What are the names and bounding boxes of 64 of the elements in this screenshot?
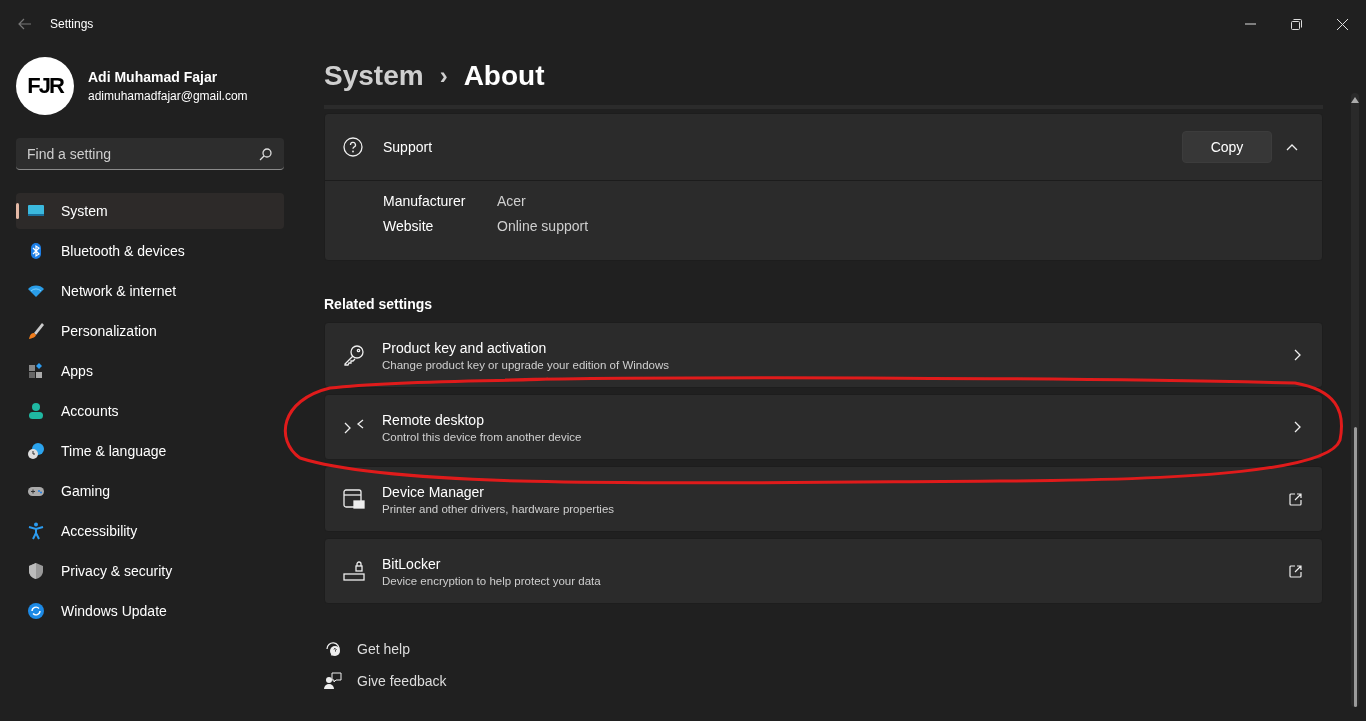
feedback-icon — [324, 672, 342, 690]
info-label: Website — [383, 218, 435, 234]
apps-icon — [27, 362, 45, 380]
nav-item[interactable]: Time & language — [16, 433, 284, 469]
chevron-right-icon — [1294, 349, 1302, 361]
settings-card[interactable]: Product key and activation Change product key or upgrade your edition of Windows — [324, 322, 1323, 388]
help-link[interactable]: Give feedback — [357, 673, 447, 689]
avatar: FJR — [16, 57, 74, 115]
search-icon — [259, 148, 272, 161]
nav-item[interactable]: Accounts — [16, 393, 284, 429]
page-title: About — [463, 59, 545, 92]
scrollbar[interactable] — [1351, 93, 1359, 707]
accessibility-icon — [27, 522, 45, 540]
scroll-up-icon[interactable] — [1351, 97, 1359, 103]
nav-item[interactable]: Windows Update — [16, 593, 284, 629]
section-title: Support — [383, 139, 433, 155]
card-description: Printer and other drivers, hardware properties — [382, 502, 616, 515]
settings-card[interactable]: BitLocker Device encryption to help protect your data — [324, 538, 1323, 604]
window-title: Settings — [50, 17, 94, 31]
card-title: Device Manager — [382, 483, 485, 500]
key-icon — [343, 344, 365, 366]
close-icon[interactable] — [1337, 18, 1348, 30]
maximize-icon[interactable] — [1291, 18, 1302, 30]
card-title: Product key and activation — [382, 339, 548, 356]
help-link[interactable]: Get help — [357, 641, 410, 657]
card-title: BitLocker — [382, 555, 442, 572]
nav-item[interactable]: Network & internet — [16, 273, 284, 309]
brush-icon — [27, 322, 45, 340]
info-value: Online support — [497, 218, 589, 234]
help-icon — [343, 137, 363, 157]
external-link-icon — [1289, 564, 1302, 578]
help-bubble-icon — [324, 640, 342, 658]
back-arrow-icon[interactable] — [18, 18, 32, 30]
nav-item[interactable]: Accessibility — [16, 513, 284, 549]
section-heading: Related settings — [324, 296, 434, 312]
card-title: Remote desktop — [382, 411, 485, 428]
nav-item[interactable]: System — [16, 193, 284, 229]
globe-clock-icon — [27, 442, 45, 460]
device-window-icon — [343, 488, 365, 510]
user-email: adimuhamadfajar@gmail.com — [88, 89, 248, 103]
search-field[interactable]: Find a setting — [16, 138, 284, 170]
copy-button[interactable]: Copy — [1182, 131, 1272, 163]
settings-card[interactable]: Remote desktop Control this device from another device — [324, 394, 1323, 460]
info-value: Acer — [497, 193, 526, 209]
nav-item[interactable]: Apps — [16, 353, 284, 389]
info-label: Manufacturer — [383, 193, 467, 209]
nav-item[interactable]: Personalization — [16, 313, 284, 349]
card-description: Control this device from another device — [382, 430, 583, 443]
nav-item[interactable]: Privacy & security — [16, 553, 284, 589]
refresh-icon — [27, 602, 45, 620]
external-link-icon — [1289, 492, 1302, 506]
user-name: Adi Muhamad Fajar — [88, 69, 219, 85]
person-icon — [27, 402, 45, 420]
card-description: Device encryption to help protect your data — [382, 574, 602, 587]
nav-item[interactable]: Gaming — [16, 473, 284, 509]
settings-card[interactable]: Device Manager Printer and other drivers, hardware properties — [324, 466, 1323, 532]
breadcrumb-separator: › — [439, 61, 448, 90]
nav-item[interactable]: Bluetooth & devices — [16, 233, 284, 269]
chevron-right-icon — [1294, 421, 1302, 433]
lock-drive-icon — [343, 560, 365, 582]
card-description: Change product key or upgrade your edition of Windows — [382, 358, 671, 371]
shield-icon — [27, 562, 45, 580]
chevron-icon[interactable] — [1286, 143, 1298, 151]
breadcrumb-parent[interactable]: System — [324, 59, 424, 92]
